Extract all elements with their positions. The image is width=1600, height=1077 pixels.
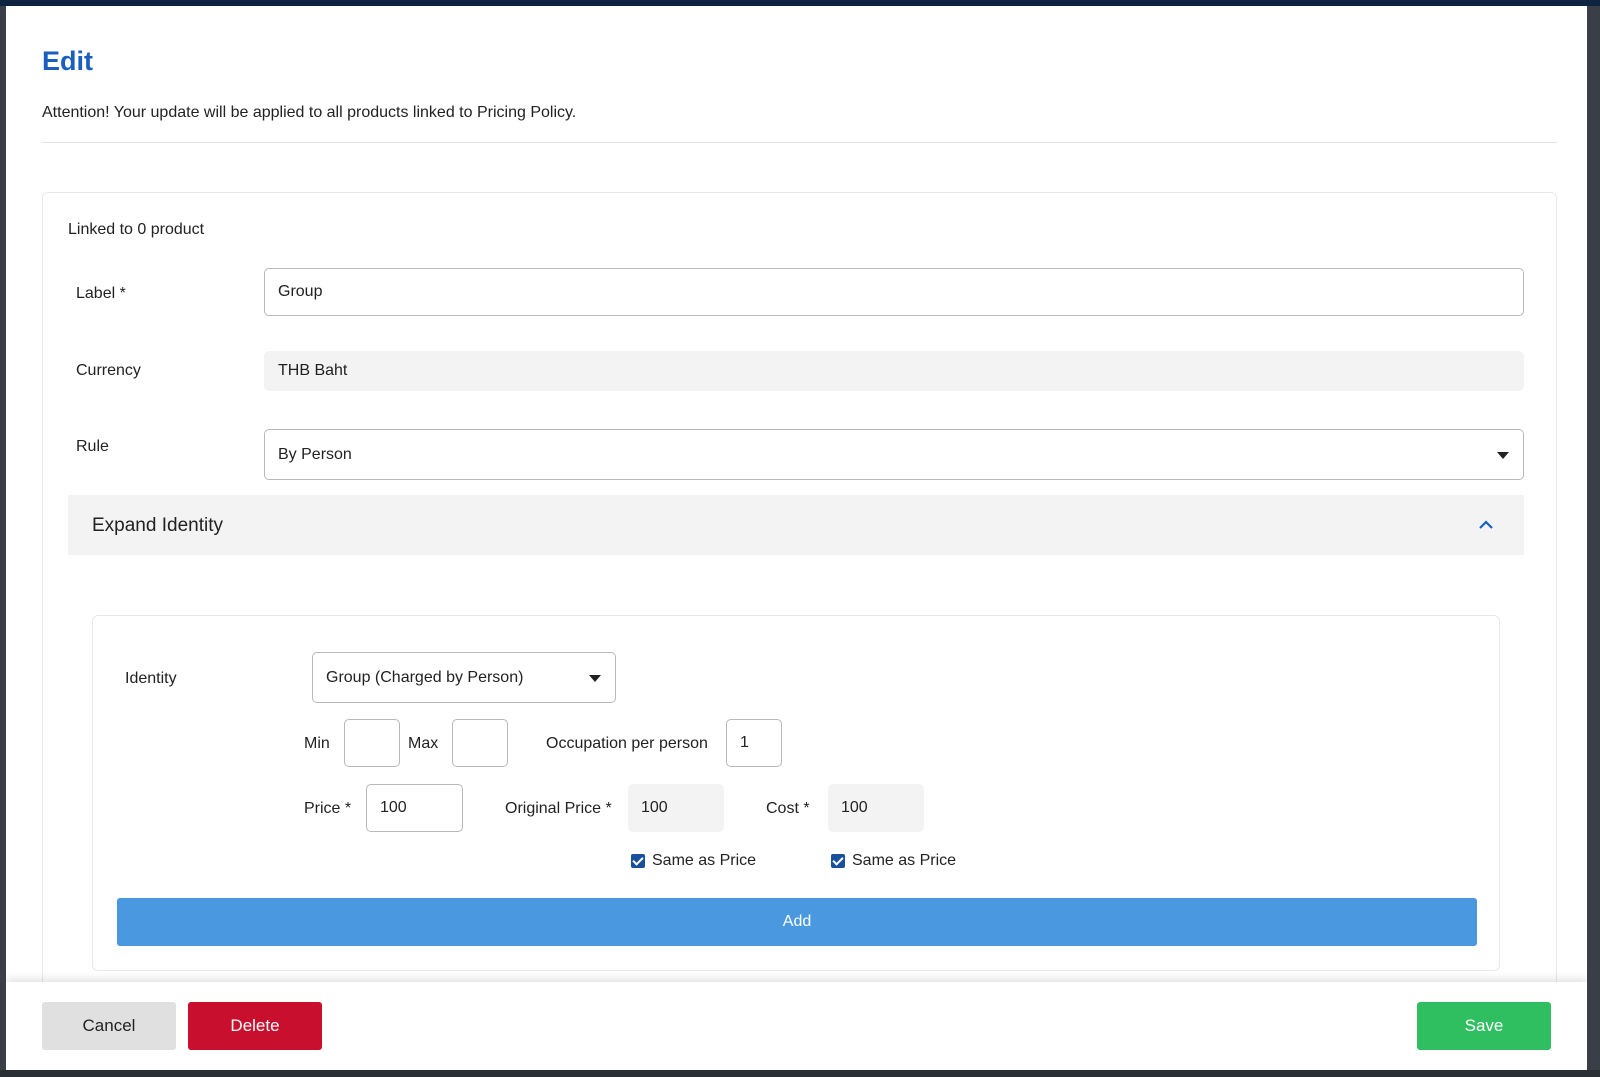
chevron-down-icon <box>1497 452 1509 459</box>
chevron-up-icon <box>1479 520 1493 529</box>
delete-button[interactable]: Delete <box>188 1002 322 1050</box>
rule-select[interactable]: By Person <box>264 429 1524 480</box>
identity-label: Identity <box>125 670 177 687</box>
modal-footer: Cancel Delete Save <box>6 982 1587 1070</box>
min-label: Min <box>304 735 330 752</box>
divider <box>42 142 1557 143</box>
pricing-policy-card: Linked to 0 product Label * Currency THB… <box>42 192 1557 1022</box>
chevron-down-icon <box>589 675 601 682</box>
modal-title: Edit <box>42 46 93 76</box>
same-as-price-checkbox-cost[interactable] <box>831 854 845 868</box>
same-as-price-label-cost: Same as Price <box>852 852 957 869</box>
original-price-label: Original Price * <box>505 800 612 817</box>
expand-identity-toggle[interactable]: Expand Identity <box>68 495 1524 555</box>
identity-panel: Identity Group (Charged by Person) Min M… <box>92 615 1500 971</box>
cancel-button[interactable]: Cancel <box>42 1002 176 1050</box>
original-price-value: 100 <box>628 784 724 832</box>
min-input[interactable] <box>344 719 400 767</box>
edit-modal: Edit Attention! Your update will be appl… <box>6 6 1587 1070</box>
rule-field-label: Rule <box>76 438 109 455</box>
max-label: Max <box>408 735 439 752</box>
identity-select[interactable]: Group (Charged by Person) <box>312 652 616 703</box>
max-input[interactable] <box>452 719 508 767</box>
same-as-price-label-original: Same as Price <box>652 852 757 869</box>
cost-value: 100 <box>828 784 924 832</box>
cost-label: Cost * <box>766 800 810 817</box>
price-label: Price * <box>304 800 352 817</box>
rule-select-value: By Person <box>278 446 352 463</box>
currency-field-label: Currency <box>76 362 141 379</box>
price-input[interactable] <box>366 784 463 832</box>
attention-message: Attention! Your update will be applied t… <box>42 104 577 121</box>
label-input[interactable] <box>264 268 1524 316</box>
linked-products-text: Linked to 0 product <box>68 221 205 238</box>
occupation-input[interactable] <box>726 719 782 767</box>
currency-value: THB Baht <box>264 351 1524 391</box>
save-button[interactable]: Save <box>1417 1002 1551 1050</box>
expand-identity-title: Expand Identity <box>92 515 223 536</box>
same-as-price-checkbox-original[interactable] <box>631 854 645 868</box>
backdrop-bottom <box>0 1070 1600 1077</box>
label-field-label: Label * <box>76 285 126 302</box>
occupation-label: Occupation per person <box>546 735 708 752</box>
identity-select-value: Group (Charged by Person) <box>326 669 524 686</box>
add-identity-button[interactable]: Add <box>117 898 1477 946</box>
